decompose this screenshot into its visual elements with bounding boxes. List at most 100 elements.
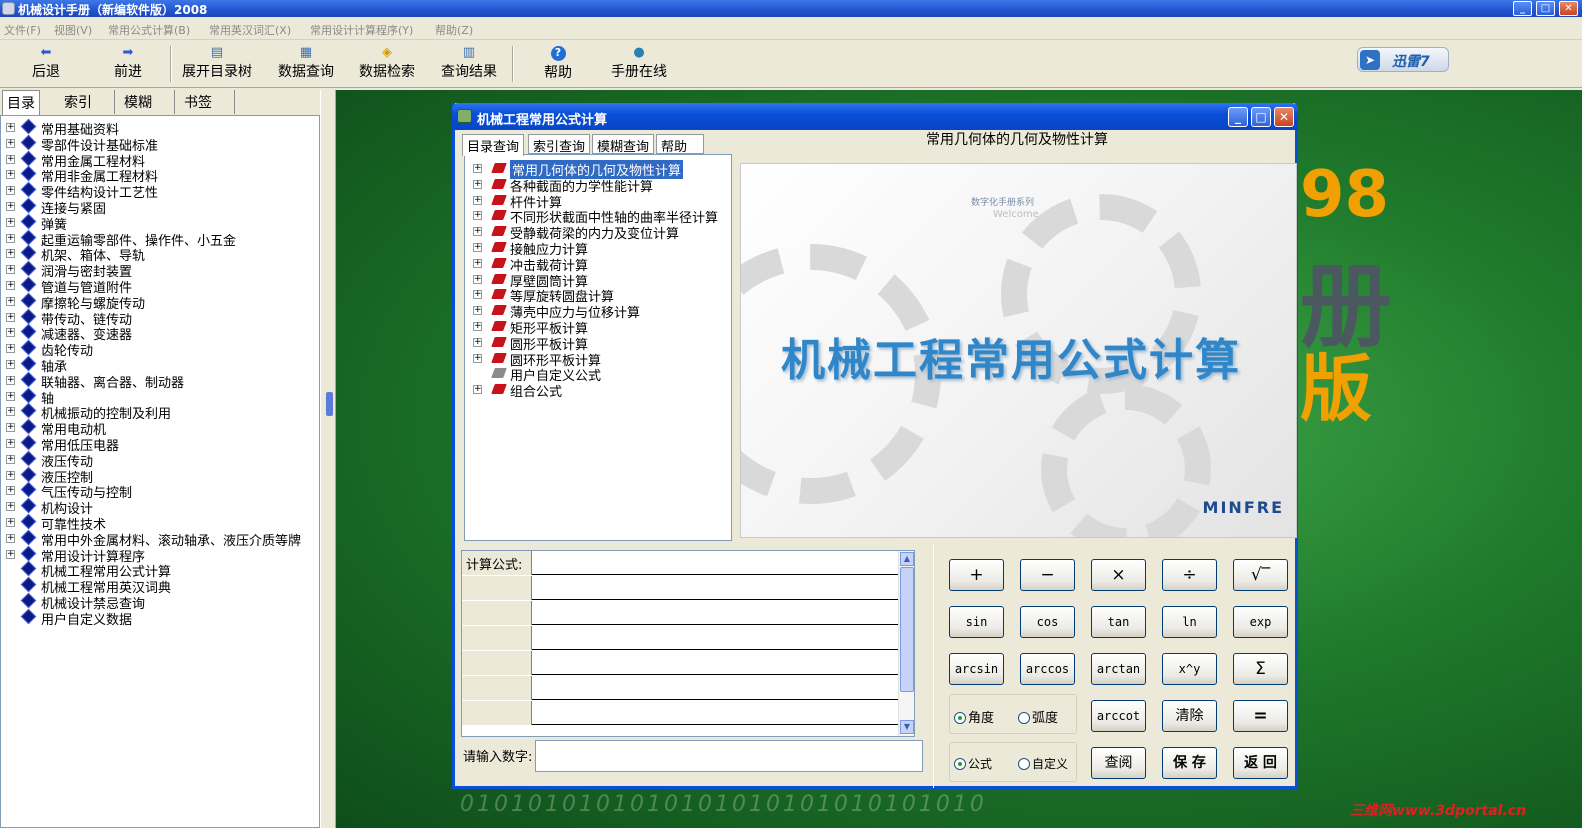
expand-icon[interactable]: + — [6, 549, 15, 559]
grid-row[interactable] — [462, 701, 902, 725]
arcsin-button[interactable]: arcsin — [949, 653, 1004, 685]
formula-grid[interactable]: 计算公式: ▲ ▼ — [461, 550, 915, 737]
expand-tree-button[interactable]: ▤ 展开目录树 — [178, 42, 256, 86]
exp-button[interactable]: exp — [1233, 606, 1288, 638]
expand-icon[interactable]: + — [473, 353, 482, 363]
expand-icon[interactable]: + — [6, 518, 15, 527]
clear-button[interactable]: 清除 — [1162, 700, 1217, 732]
tab-contents[interactable]: 目录 — [2, 90, 40, 116]
dialog-maximize-button[interactable]: □ — [1251, 107, 1271, 127]
expand-icon[interactable]: + — [6, 233, 15, 243]
scroll-thumb[interactable] — [900, 567, 914, 692]
expand-icon[interactable]: + — [473, 164, 482, 173]
scroll-down-icon[interactable]: ▼ — [900, 720, 914, 734]
formula-radio[interactable]: 公式 — [954, 755, 992, 772]
sin-button[interactable]: sin — [949, 606, 1004, 638]
expand-icon[interactable]: + — [6, 312, 15, 322]
scroll-up-icon[interactable]: ▲ — [900, 552, 914, 566]
expand-icon[interactable]: + — [6, 170, 15, 180]
cos-button[interactable]: cos — [1020, 606, 1075, 638]
expand-icon[interactable]: + — [6, 407, 15, 417]
expand-icon[interactable]: + — [6, 123, 15, 132]
tan-button[interactable]: tan — [1091, 606, 1146, 638]
equals-button[interactable]: = — [1233, 700, 1288, 732]
online-manual-button[interactable]: ● 手册在线 — [606, 42, 672, 86]
arccot-button[interactable]: arccot — [1091, 700, 1146, 732]
expand-icon[interactable]: + — [6, 249, 15, 259]
radian-radio[interactable]: 弧度 — [1018, 707, 1058, 726]
divide-button[interactable]: ÷ — [1162, 559, 1217, 591]
expand-icon[interactable]: + — [6, 486, 15, 496]
grid-row[interactable] — [462, 676, 902, 700]
expand-icon[interactable]: + — [473, 258, 482, 268]
lookup-button[interactable]: 查阅 — [1091, 747, 1146, 779]
expand-icon[interactable]: + — [6, 360, 15, 369]
expand-icon[interactable]: + — [473, 385, 482, 395]
menu-formula[interactable]: 常用公式计算(B) — [108, 22, 190, 38]
expand-icon[interactable]: + — [6, 502, 15, 512]
expand-icon[interactable]: + — [473, 179, 482, 189]
expand-icon[interactable]: + — [6, 328, 15, 338]
expand-icon[interactable]: + — [6, 296, 15, 306]
arccos-button[interactable]: arccos — [1020, 653, 1075, 685]
expand-icon[interactable]: + — [6, 186, 15, 196]
expand-icon[interactable]: + — [6, 138, 15, 148]
grid-row[interactable] — [462, 651, 902, 675]
expand-icon[interactable]: + — [6, 423, 15, 433]
expand-icon[interactable]: + — [6, 391, 15, 401]
expand-icon[interactable]: + — [6, 454, 15, 464]
help-button[interactable]: ? 帮助 — [538, 42, 578, 86]
expand-icon[interactable]: + — [473, 195, 482, 205]
minus-button[interactable]: − — [1020, 559, 1075, 591]
tab-fuzzy-query[interactable]: 模糊查询 — [592, 134, 655, 155]
tab-index-query[interactable]: 索引查询 — [528, 134, 591, 155]
menu-help[interactable]: 帮助(Z) — [435, 22, 473, 38]
data-search-button[interactable]: ◈ 数据检索 — [355, 42, 419, 86]
collapse-arrow-icon[interactable] — [326, 392, 333, 416]
grid-row[interactable] — [462, 576, 902, 600]
menu-file[interactable]: 文件(F) — [4, 22, 41, 38]
expand-icon[interactable]: + — [6, 470, 15, 480]
expand-icon[interactable]: + — [6, 439, 15, 448]
dialog-close-button[interactable]: ✕ — [1274, 107, 1294, 127]
menu-programs[interactable]: 常用设计计算程序(Y) — [310, 22, 413, 38]
query-results-button[interactable]: ▥ 查询结果 — [437, 42, 501, 86]
forward-button[interactable]: ➡ 前进 — [100, 42, 156, 86]
return-button[interactable]: 返 回 — [1233, 747, 1288, 779]
degree-radio[interactable]: 角度 — [954, 707, 994, 726]
expand-icon[interactable]: + — [6, 281, 15, 290]
number-input[interactable] — [535, 740, 923, 772]
ln-button[interactable]: ln — [1162, 606, 1217, 638]
plus-button[interactable]: + — [949, 559, 1004, 591]
panel-splitter[interactable] — [320, 90, 336, 828]
expand-icon[interactable]: + — [473, 290, 482, 300]
maximize-button[interactable]: □ — [1536, 1, 1555, 16]
multiply-button[interactable]: × — [1091, 559, 1146, 591]
close-button[interactable]: ✕ — [1559, 1, 1578, 16]
expand-icon[interactable]: + — [6, 202, 15, 211]
expand-icon[interactable]: + — [6, 533, 15, 543]
data-query-button[interactable]: ▦ 数据查询 — [274, 42, 338, 86]
expand-icon[interactable]: + — [473, 337, 482, 347]
sum-button[interactable]: Σ — [1233, 653, 1288, 685]
grid-row[interactable] — [462, 626, 902, 650]
save-button[interactable]: 保 存 — [1162, 747, 1217, 779]
menu-vocab[interactable]: 常用英汉词汇(X) — [209, 22, 291, 38]
expand-icon[interactable]: + — [473, 243, 482, 252]
expand-icon[interactable]: + — [473, 211, 482, 221]
minimize-button[interactable]: _ — [1513, 1, 1532, 16]
expand-icon[interactable]: + — [6, 265, 15, 275]
sqrt-button[interactable]: √‾ — [1233, 559, 1288, 591]
tab-fuzzy[interactable]: 模糊 — [120, 90, 175, 114]
expand-icon[interactable]: + — [473, 227, 482, 237]
tab-help[interactable]: 帮助 — [656, 134, 704, 155]
power-button[interactable]: x^y — [1162, 653, 1217, 685]
grid-scrollbar[interactable]: ▲ ▼ — [898, 551, 914, 736]
tab-bookmarks[interactable]: 书签 — [180, 90, 235, 114]
xunlei-button[interactable]: ➤ 迅雷7 — [1357, 47, 1449, 72]
expand-icon[interactable]: + — [473, 274, 482, 284]
expand-icon[interactable]: + — [6, 217, 15, 227]
expand-icon[interactable]: + — [6, 154, 15, 164]
grid-row[interactable] — [462, 601, 902, 625]
expand-icon[interactable]: + — [6, 375, 15, 385]
